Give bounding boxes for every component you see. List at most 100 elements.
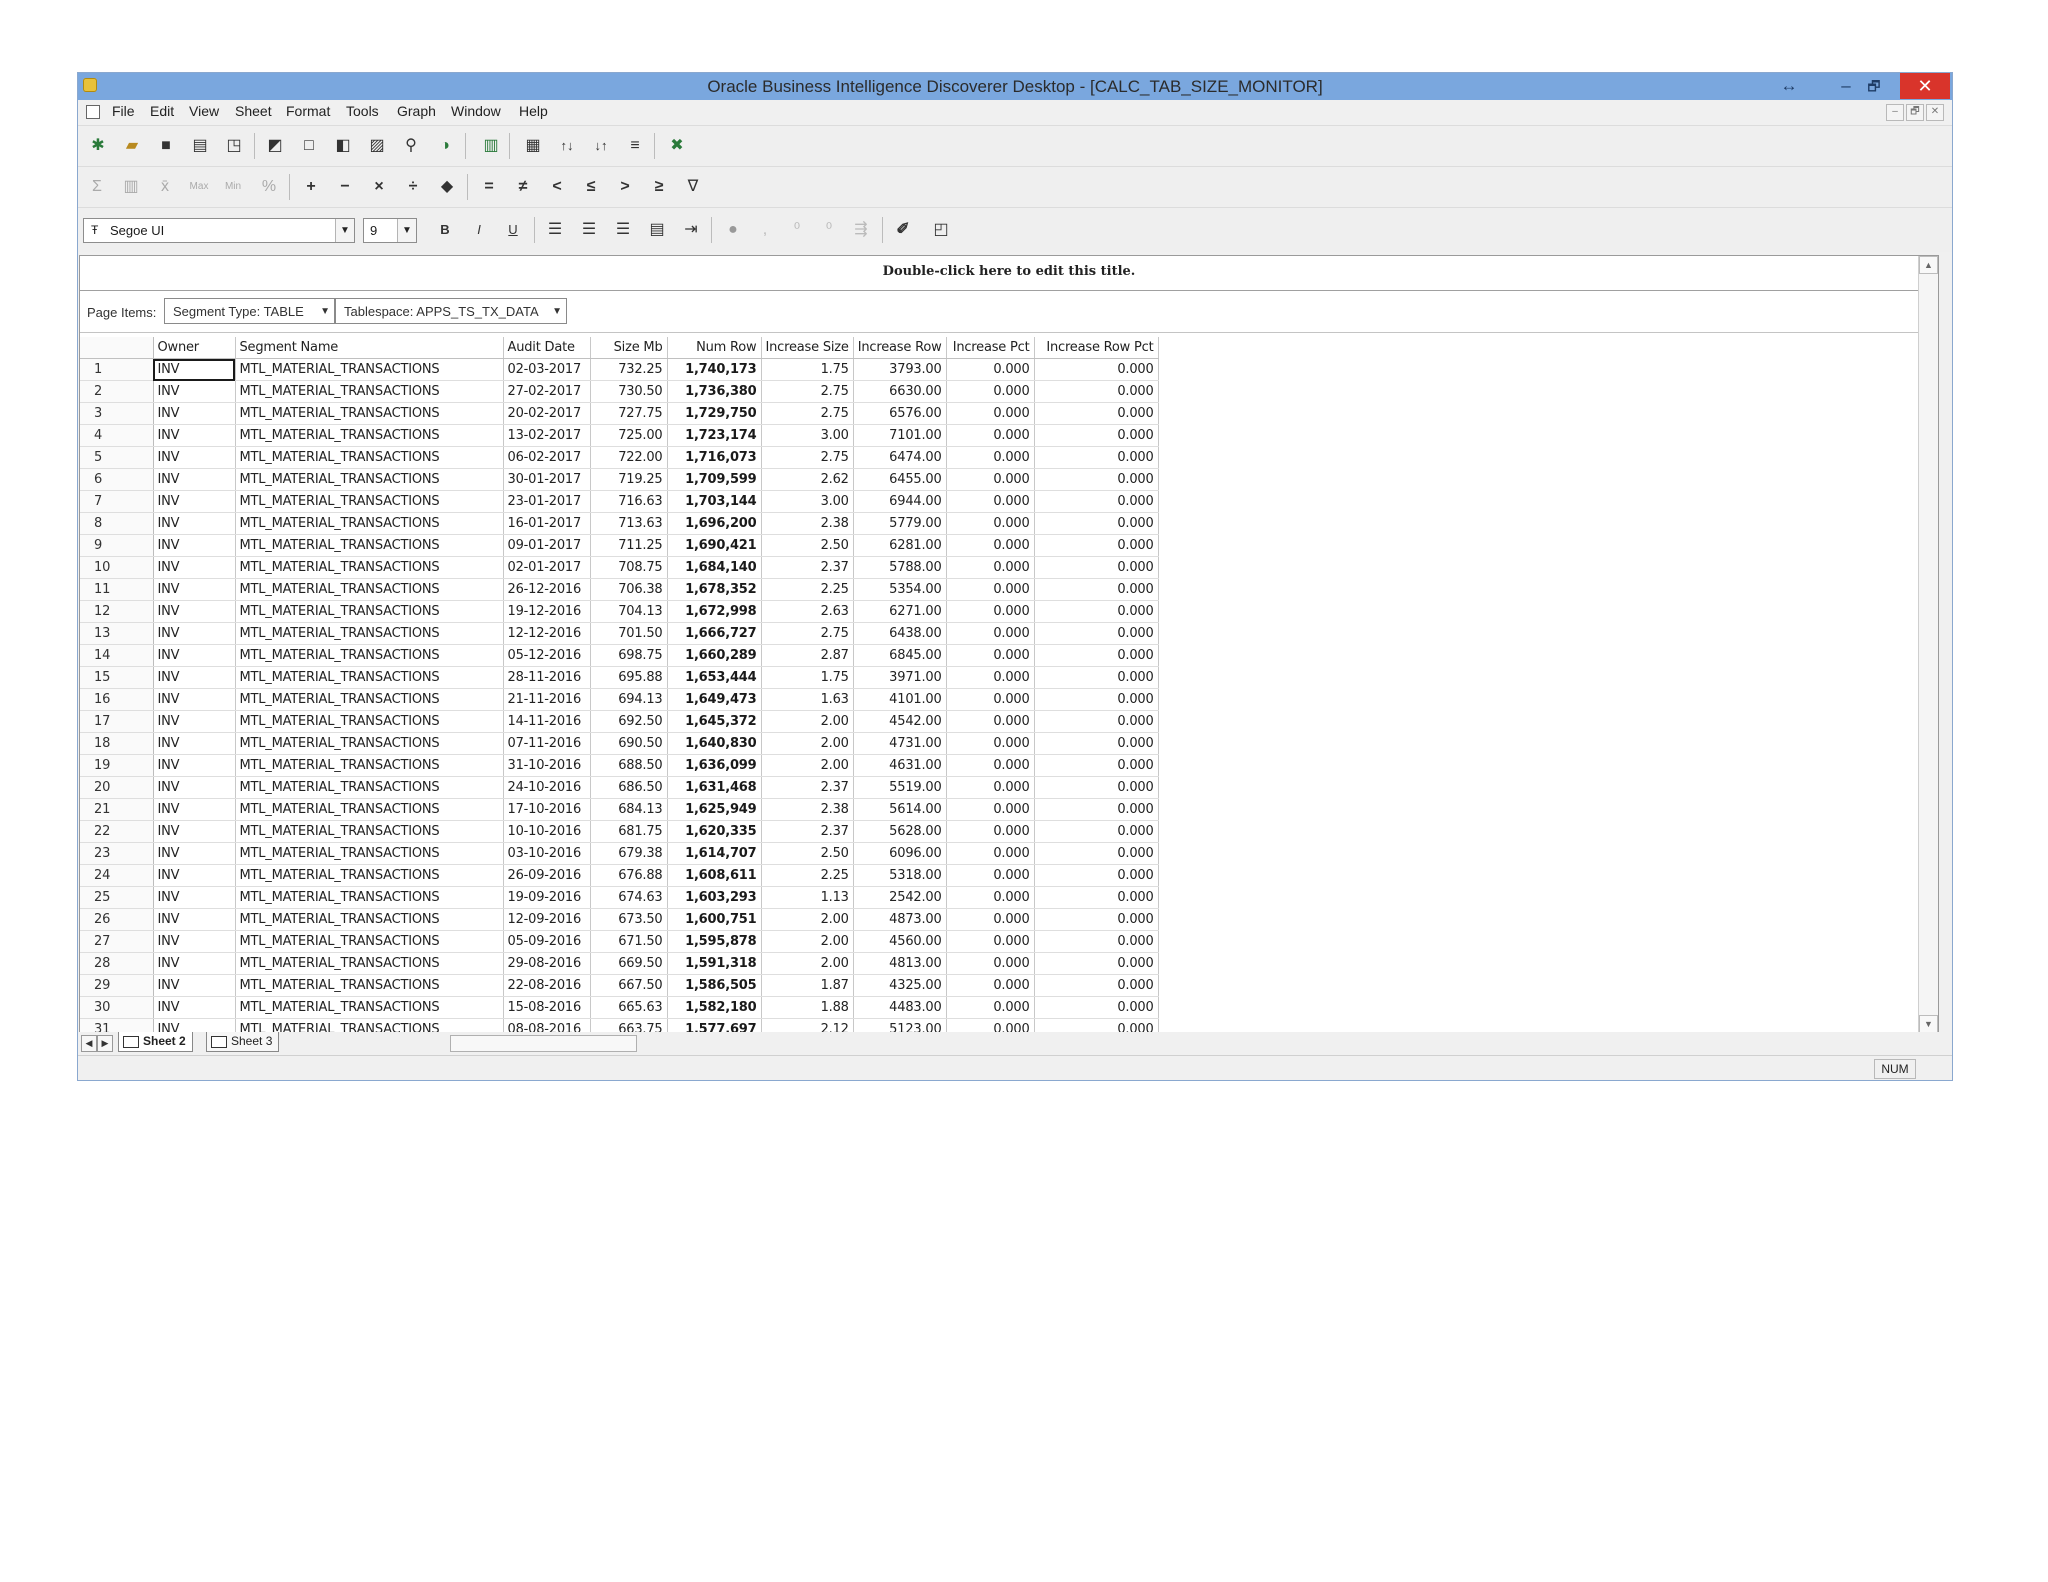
cell-increase-row[interactable]: 6271.00 [853,600,947,623]
cell-size-mb[interactable]: 673.50 [590,908,668,931]
decrease-decimal-icon[interactable]: ⁰ [818,219,840,241]
cell-increase-row[interactable]: 6944.00 [853,490,947,513]
cell-increase-row[interactable]: 4542.00 [853,710,947,733]
cell-increase-row-pct[interactable]: 0.000 [1034,512,1159,535]
cell-size-mb[interactable]: 681.75 [590,820,668,843]
menu-graph[interactable]: Graph [397,103,436,119]
cell-size-mb[interactable]: 679.38 [590,842,668,865]
cell-row-number[interactable]: 15 [80,666,154,689]
cell-owner[interactable]: INV [153,446,236,469]
cell-increase-row-pct[interactable]: 0.000 [1034,402,1159,425]
cell-segment-name[interactable]: MTL_MATERIAL_TRANSACTIONS [235,600,504,623]
cell-row-number[interactable]: 23 [80,842,154,865]
cell-owner[interactable]: INV [153,754,236,777]
cell-owner[interactable]: INV [153,798,236,821]
cell-increase-row[interactable]: 6576.00 [853,402,947,425]
cell-increase-row[interactable]: 2542.00 [853,886,947,909]
cell-segment-name[interactable]: MTL_MATERIAL_TRANSACTIONS [235,402,504,425]
cell-row-number[interactable]: 22 [80,820,154,843]
cell-row-number[interactable]: 26 [80,908,154,931]
table-row[interactable]: 27 INV MTL_MATERIAL_TRANSACTIONS 05-09-2016… [80,930,1159,953]
cell-num-row[interactable]: 1,645,372 [667,710,762,733]
table-row[interactable]: 4 INV MTL_MATERIAL_TRANSACTIONS 13-02-2017 7… [80,424,1159,447]
cell-increase-row[interactable]: 6096.00 [853,842,947,865]
cell-owner[interactable]: INV [153,820,236,843]
cell-owner[interactable]: INV [153,490,236,513]
cell-audit-date[interactable]: 20-02-2017 [503,402,591,425]
title-bar[interactable]: Oracle Business Intelligence Discoverer … [78,73,1952,100]
cell-audit-date[interactable]: 08-08-2016 [503,1018,591,1033]
cell-increase-pct[interactable]: 0.000 [946,424,1035,447]
cell-increase-pct[interactable]: 0.000 [946,666,1035,689]
cell-segment-name[interactable]: MTL_MATERIAL_TRANSACTIONS [235,842,504,865]
table-row[interactable]: 8 INV MTL_MATERIAL_TRANSACTIONS 16-01-2017 7… [80,512,1159,535]
cell-increase-row[interactable]: 4813.00 [853,952,947,975]
edit-sheet-icon[interactable]: ▨ [366,135,388,157]
cell-owner[interactable]: INV [153,424,236,447]
minimize-button[interactable]: – [1835,75,1857,97]
chevron-down-icon[interactable]: ▼ [335,219,354,242]
cell-audit-date[interactable]: 21-11-2016 [503,688,591,711]
cell-increase-size[interactable]: 2.37 [761,776,854,799]
font-name-select[interactable]: Ŧ Segoe UI ▼ [83,218,355,243]
column-header-owner[interactable]: Owner [153,337,236,359]
cell-num-row[interactable]: 1,620,335 [667,820,762,843]
cell-owner[interactable]: INV [153,556,236,579]
cell-increase-row[interactable]: 7101.00 [853,424,947,447]
cell-owner[interactable]: INV [153,380,236,403]
cell-increase-row[interactable]: 6630.00 [853,380,947,403]
cell-increase-pct[interactable]: 0.000 [946,820,1035,843]
sum-icon[interactable]: Σ [86,176,108,198]
cell-increase-size[interactable]: 2.00 [761,930,854,953]
cell-audit-date[interactable]: 30-01-2017 [503,468,591,491]
cell-size-mb[interactable]: 719.25 [590,468,668,491]
page-item-tablespace[interactable]: Tablespace: APPS_TS_TX_DATA ▼ [335,298,567,324]
table-row[interactable]: 15 INV MTL_MATERIAL_TRANSACTIONS 28-11-2016… [80,666,1159,689]
cell-increase-row-pct[interactable]: 0.000 [1034,424,1159,447]
cell-size-mb[interactable]: 701.50 [590,622,668,645]
cell-size-mb[interactable]: 688.50 [590,754,668,777]
cell-audit-date[interactable]: 12-09-2016 [503,908,591,931]
cell-increase-row-pct[interactable]: 0.000 [1034,490,1159,513]
cell-audit-date[interactable]: 07-11-2016 [503,732,591,755]
cell-increase-pct[interactable]: 0.000 [946,754,1035,777]
cell-audit-date[interactable]: 19-12-2016 [503,600,591,623]
cell-segment-name[interactable]: MTL_MATERIAL_TRANSACTIONS [235,556,504,579]
cell-increase-row[interactable]: 6438.00 [853,622,947,645]
cell-num-row[interactable]: 1,729,750 [667,402,762,425]
cell-increase-pct[interactable]: 0.000 [946,556,1035,579]
cell-segment-name[interactable]: MTL_MATERIAL_TRANSACTIONS [235,380,504,403]
cell-owner[interactable]: INV [153,996,236,1019]
cell-increase-pct[interactable]: 0.000 [946,512,1035,535]
cell-segment-name[interactable]: MTL_MATERIAL_TRANSACTIONS [235,732,504,755]
column-header-increase-size[interactable]: Increase Size [761,337,854,359]
cell-increase-size[interactable]: 2.25 [761,864,854,887]
cell-increase-size[interactable]: 1.13 [761,886,854,909]
cell-increase-row-pct[interactable]: 0.000 [1034,688,1159,711]
cell-num-row[interactable]: 1,666,727 [667,622,762,645]
export-excel-icon[interactable]: ✖ [666,135,688,157]
indent-icon[interactable]: ⇶ [850,219,872,241]
cell-audit-date[interactable]: 28-11-2016 [503,666,591,689]
cell-increase-pct[interactable]: 0.000 [946,930,1035,953]
bold-button[interactable]: B [434,219,456,241]
cell-increase-pct[interactable]: 0.000 [946,622,1035,645]
column-header-segment-name[interactable]: Segment Name [235,337,504,359]
cell-increase-size[interactable]: 2.75 [761,380,854,403]
cell-row-number[interactable]: 5 [80,446,154,469]
cell-audit-date[interactable]: 13-02-2017 [503,424,591,447]
cell-size-mb[interactable]: 706.38 [590,578,668,601]
cell-increase-pct[interactable]: 0.000 [946,952,1035,975]
cell-row-number[interactable]: 12 [80,600,154,623]
cell-audit-date[interactable]: 03-10-2016 [503,842,591,865]
cell-increase-size[interactable]: 2.25 [761,578,854,601]
cell-size-mb[interactable]: 698.75 [590,644,668,667]
cell-increase-row[interactable]: 4731.00 [853,732,947,755]
cell-segment-name[interactable]: MTL_MATERIAL_TRANSACTIONS [235,490,504,513]
cell-segment-name[interactable]: MTL_MATERIAL_TRANSACTIONS [235,996,504,1019]
cell-increase-row-pct[interactable]: 0.000 [1034,644,1159,667]
filter-icon[interactable]: ∇ [682,176,704,198]
add-operator-button[interactable]: + [300,176,322,198]
cell-increase-pct[interactable]: 0.000 [946,974,1035,997]
cell-increase-pct[interactable]: 0.000 [946,402,1035,425]
